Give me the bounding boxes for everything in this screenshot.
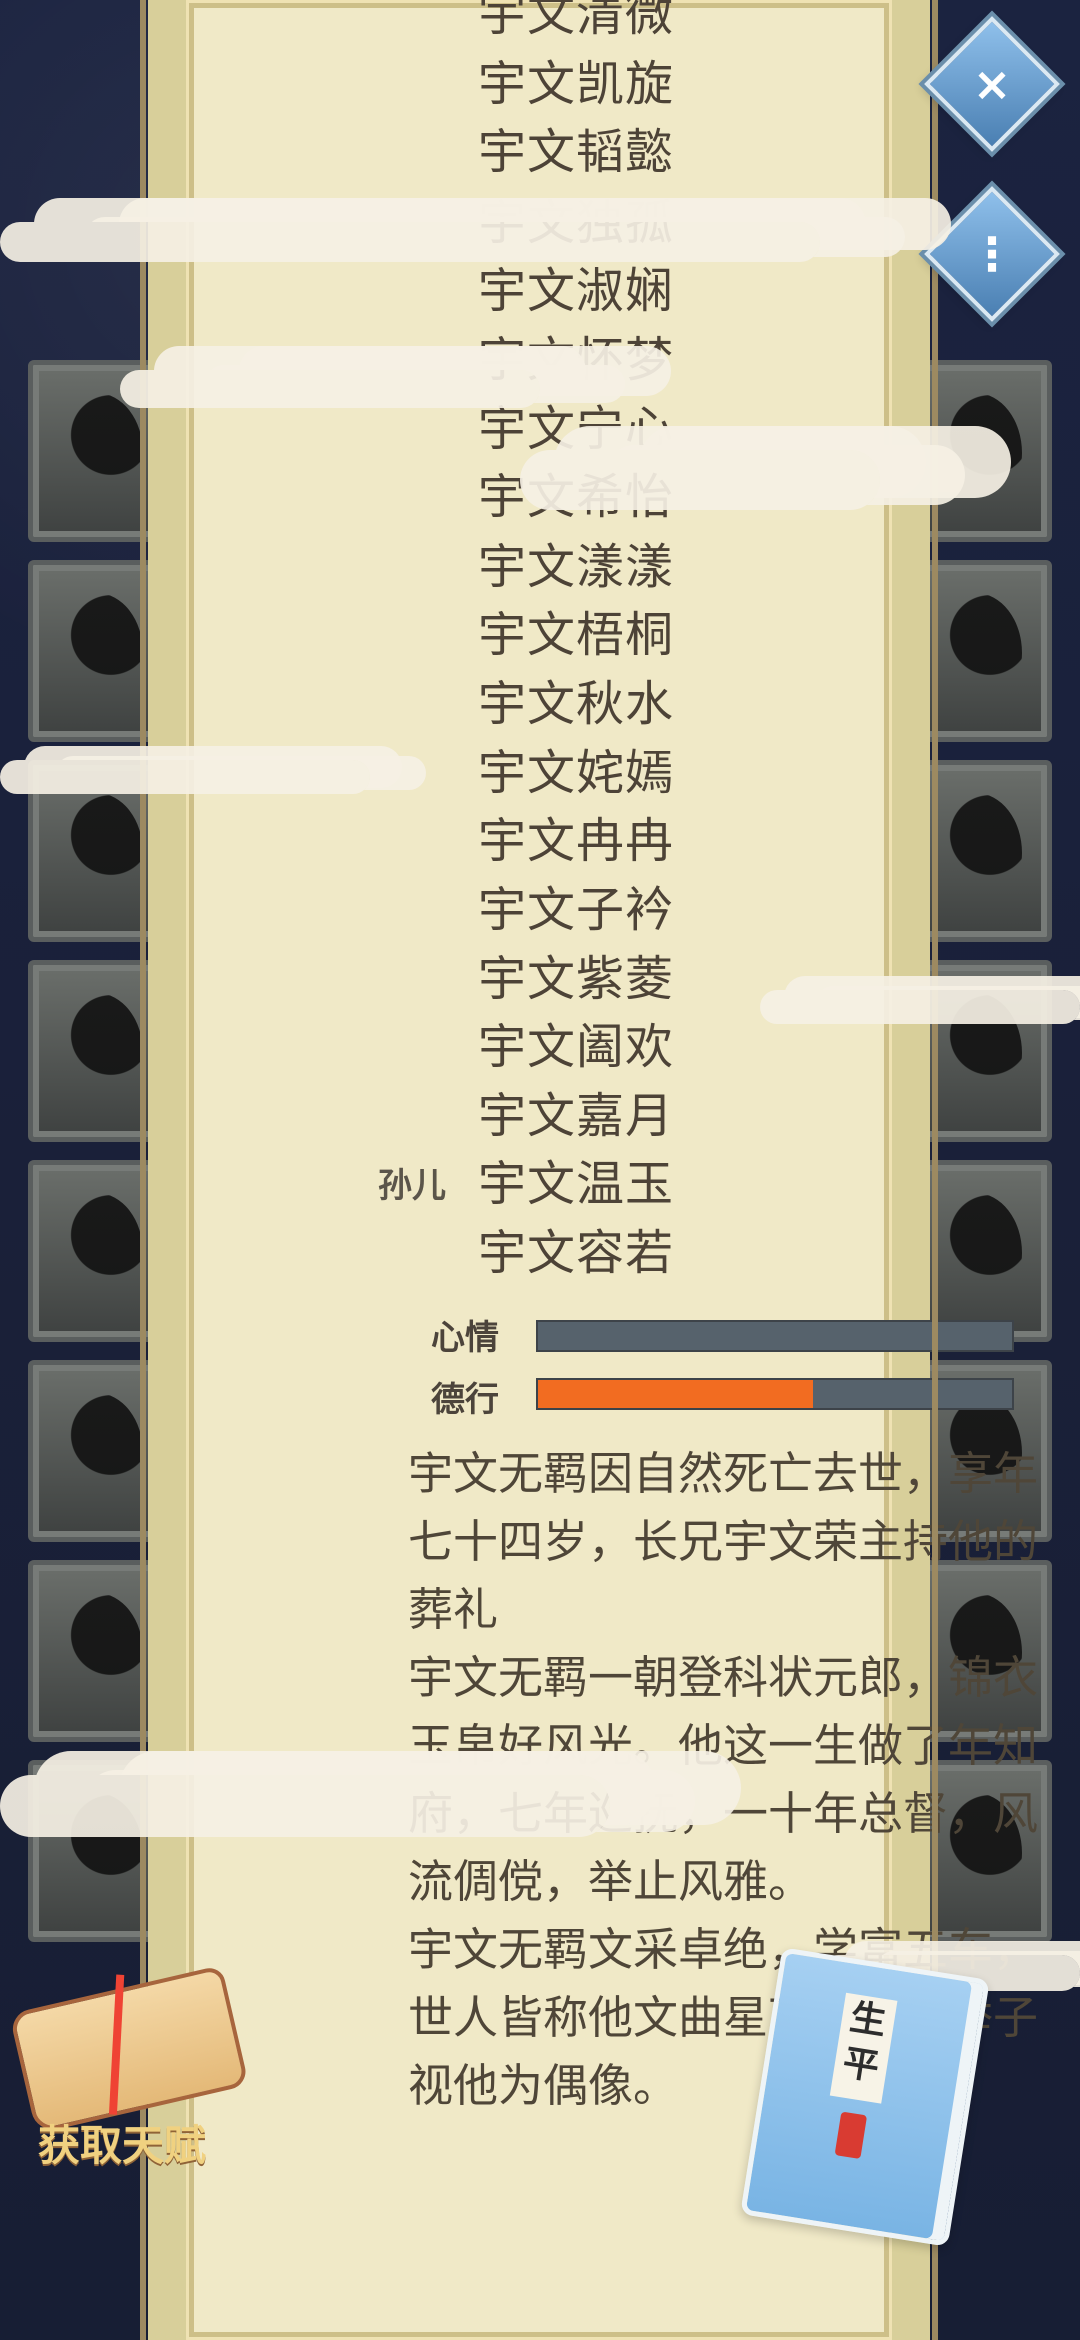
biography-book-button[interactable]: 生平 [740,1947,990,2247]
descendant-name: 宇文韬懿 [478,124,675,180]
descendant-name: 宇文梧桐 [478,607,675,663]
game-screen: 宇文清微 宇文凯旋 宇文韬懿 宇文独孤 宇文淑娴 宇文怀梦 宇文宁心 宇文希怡 … [0,0,1080,2340]
descendant-name: 宇文凯旋 [478,56,675,112]
descendant-name: 宇文子衿 [478,882,675,938]
cloud-decoration [0,1775,610,1837]
share-button[interactable]: ⋮ [924,186,1060,322]
cloud-decoration [120,370,540,408]
descendant-name: 宇文秋水 [478,676,675,732]
mood-label: 心情 [431,1318,499,1358]
relation-label: 孙儿 [378,1166,446,1206]
descendant-name: 宇文淑娴 [478,263,675,319]
cloud-decoration [520,450,880,510]
cloud-decoration [760,990,1080,1024]
descendant-name: 宇文嘉月 [478,1088,675,1144]
close-button[interactable]: × [924,16,1060,152]
descendant-name: 宇文容若 [478,1225,675,1281]
descendant-name: 宇文温玉 [478,1156,675,1212]
get-talent-label: 获取天赋 [38,2121,207,2170]
descendant-name: 宇文姹嫣 [478,745,675,801]
virtue-label: 德行 [431,1380,499,1420]
descendant-name: 宇文紫菱 [478,951,675,1007]
cloud-decoration [0,222,820,262]
close-icon: × [972,57,1012,111]
mood-bar [536,1320,1014,1352]
descendant-name: 宇文冉冉 [478,813,675,869]
cloud-decoration [0,760,370,794]
virtue-bar [536,1378,1014,1410]
descendant-name: 宇文清微 [478,0,675,42]
scroll-icon [8,1965,250,2134]
story-paragraph: 宇文无羁因自然死亡去世，享年七十四岁，长兄宇文荣主持他的葬礼 [408,1447,1039,1636]
descendant-name: 宇文阖欢 [478,1019,675,1075]
share-icon: ⋮ [969,227,1015,281]
get-talent-button[interactable]: 获取天赋 [0,1965,250,2170]
virtue-bar-fill [538,1380,813,1408]
descendant-name: 宇文漾漾 [478,539,675,595]
